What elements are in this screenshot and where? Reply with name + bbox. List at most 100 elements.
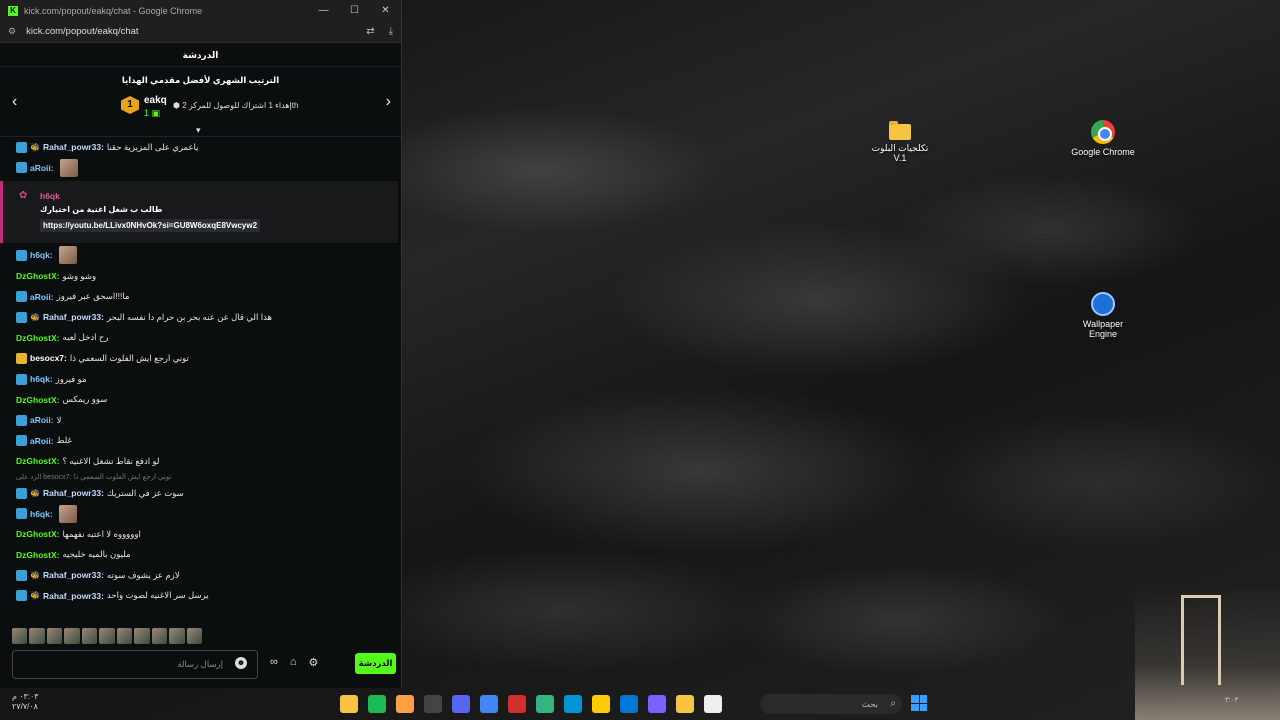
chat-message: 🐝 Rahaf_powr33: هذا الي قال عن عنه بحر بن … xyxy=(16,307,402,328)
chat-username[interactable]: DzGhostX: xyxy=(16,395,59,405)
desktop-wallpaper: تكلجيات البلوت V.1 Google Chrome Wallpap… xyxy=(0,0,1280,720)
chat-text: اوووووه لا اعتبه نفهمها xyxy=(62,528,141,539)
chrome-popup-window: K kick.com/popout/eakq/chat - Google Chr… xyxy=(0,0,402,688)
chat-message: DzGhostX: رح ادخل لعبه xyxy=(16,328,402,349)
minimize-button[interactable]: — xyxy=(308,5,339,16)
taskbar-app-icon[interactable] xyxy=(648,695,666,713)
chat-text: مليون بالميه خليجيه xyxy=(62,549,131,560)
chat-message: 🐝 Rahaf_powr33: لازم عز يشوف سوته xyxy=(16,565,402,586)
leaderboard-user[interactable]: eakq xyxy=(144,95,167,106)
folder-icon xyxy=(889,121,911,140)
user-tag-icon: 🐝 xyxy=(30,570,40,580)
chat-username[interactable]: Rahaf_powr33: xyxy=(43,312,104,322)
download-icon[interactable]: ⤓ xyxy=(389,26,393,37)
subscriber-badge-icon xyxy=(16,311,27,323)
taskbar-app-icon[interactable] xyxy=(424,695,442,713)
leaderboard-goal: ⬢ إهداء 1 اشتراك للوصول للمركز 2th xyxy=(173,101,299,110)
chevron-left-icon[interactable]: ‹ xyxy=(12,93,17,111)
chat-send-button[interactable]: الدردشة xyxy=(355,653,396,674)
chat-username[interactable]: aRoii: xyxy=(30,292,54,302)
taskbar-app-icon[interactable] xyxy=(368,695,386,713)
chat-text: وشو وشو xyxy=(62,270,97,281)
user-tag-icon: 🐝 xyxy=(30,142,40,152)
chat-message: 🐝 Rahaf_powr33: ياعمري على المزيزية حقنا xyxy=(16,137,402,158)
pinned-user[interactable]: h6qk xyxy=(40,191,60,201)
desktop-icon-folder[interactable]: تكلجيات البلوت V.1 xyxy=(865,120,935,163)
site-info-icon[interactable]: ⚙ xyxy=(8,26,16,37)
maximize-button[interactable]: ☐ xyxy=(339,5,370,16)
gift-count-value: 1 xyxy=(144,108,150,118)
chat-username[interactable]: aRoii: xyxy=(30,436,54,446)
taskbar-app-icon[interactable] xyxy=(564,695,582,713)
taskbar-app-icon[interactable] xyxy=(592,695,610,713)
chat-username[interactable]: h6qk: xyxy=(30,250,53,260)
taskbar-clock[interactable]: ٠٣:٠٣ م ٢٧/٧/٠٨ xyxy=(12,692,39,712)
gifter-leaderboard: الترتيب الشهري لأفضل مقدمي الهدايا ‹ › 1… xyxy=(0,67,401,137)
chat-tools: ∞ ⌂ ⚙ xyxy=(270,656,318,669)
chat-message: h6qk: xyxy=(16,245,402,266)
chat-message: DzGhostX: وشو وشو xyxy=(16,266,402,287)
subscriber-badge-icon xyxy=(16,487,27,499)
chat-username[interactable]: DzGhostX: xyxy=(16,333,59,343)
chat-username[interactable]: Rahaf_powr33: xyxy=(43,591,104,601)
chat-message: 🐝 Rahaf_powr33: سوت عز في الستريك xyxy=(16,483,402,504)
taskbar-apps xyxy=(340,692,722,716)
desktop-icon-wallpaper-engine[interactable]: Wallpaper Engine xyxy=(1068,292,1138,339)
pinned-text: طالب ب شغل اغنية من اختيارك xyxy=(40,205,163,215)
chat-username[interactable]: h6qk: xyxy=(30,509,53,519)
taskbar-app-icon[interactable] xyxy=(676,695,694,713)
chat-username[interactable]: DzGhostX: xyxy=(16,550,59,560)
subscriber-badge-icon xyxy=(16,291,27,303)
gift-shop-icon[interactable]: ⌂ xyxy=(290,656,297,669)
desktop-icon-chrome[interactable]: Google Chrome xyxy=(1068,120,1138,157)
window-titlebar: K kick.com/popout/eakq/chat - Google Chr… xyxy=(0,0,401,21)
chat-text: يرسل سر الاغنيه لصوت واحد xyxy=(106,590,209,601)
taskbar-search[interactable]: بحث ⌕ xyxy=(760,694,902,714)
reply-hint: الرد على besocx7: توني ارجع ايش الفلوت ا… xyxy=(16,474,172,482)
chat-username[interactable]: DzGhostX: xyxy=(16,456,59,466)
chat-messages: 🐝 Rahaf_powr33: ياعمري على المزيزية حقنا aR… xyxy=(0,137,402,625)
taskbar-app-icon[interactable] xyxy=(396,695,414,713)
taskbar-app-icon[interactable] xyxy=(480,695,498,713)
taskbar-app-icon[interactable] xyxy=(536,695,554,713)
chat-input[interactable]: إرسال رسالة ☻ xyxy=(12,650,258,679)
chat-username[interactable]: aRoii: xyxy=(30,163,54,173)
translate-icon[interactable]: ⇄ xyxy=(366,26,374,37)
chat-text: سوو ريمكس xyxy=(62,394,108,405)
chat-text: رح ادخل لعبه xyxy=(62,332,109,343)
subscriber-badge-icon xyxy=(16,249,27,261)
chat-username[interactable]: Rahaf_powr33: xyxy=(43,570,104,580)
chat-username[interactable]: Rahaf_powr33: xyxy=(43,488,104,498)
taskbar-app-icon[interactable] xyxy=(620,695,638,713)
chat-username[interactable]: Rahaf_powr33: xyxy=(43,142,104,152)
chat-username[interactable]: DzGhostX: xyxy=(16,271,59,281)
subscriber-badge-icon xyxy=(16,590,27,602)
emote-image xyxy=(58,246,77,265)
taskbar-app-icon[interactable] xyxy=(508,695,526,713)
pinned-link[interactable]: https://youtu.be/LLivx0NHvOk?si=GU8W6oxq… xyxy=(40,219,261,233)
infinity-icon[interactable]: ∞ xyxy=(270,656,278,669)
chat-message: aRoii: لا xyxy=(16,410,402,431)
gift-count: 1 ▣ xyxy=(144,108,160,119)
subscriber-badge-icon xyxy=(16,508,27,520)
close-button[interactable]: ✕ xyxy=(370,5,401,16)
address-bar[interactable]: ⚙ kick.com/popout/eakq/chat ⇄ ⤓ xyxy=(0,21,401,43)
chat-text: ما!!!اسحق عبر فيروز xyxy=(56,291,130,302)
url-text[interactable]: kick.com/popout/eakq/chat xyxy=(26,26,138,37)
chat-username[interactable]: besocx7: xyxy=(30,353,67,363)
chat-message: aRoii: غلط xyxy=(16,431,402,452)
chat-message: DzGhostX: اوووووه لا اعتبه نفهمها xyxy=(16,524,402,545)
chat-username[interactable]: aRoii: xyxy=(30,415,54,425)
chat-message: DzGhostX: سوو ريمكس xyxy=(16,389,402,410)
chat-username[interactable]: DzGhostX: xyxy=(16,529,59,539)
collapse-icon[interactable]: ▾ xyxy=(196,125,201,136)
windows-start-icon[interactable] xyxy=(911,695,927,711)
taskbar-app-icon[interactable] xyxy=(340,695,358,713)
chat-username[interactable]: h6qk: xyxy=(30,374,53,384)
chevron-right-icon[interactable]: › xyxy=(386,93,391,111)
chat-header: الدردشة xyxy=(0,43,401,67)
emoji-icon[interactable]: ☻ xyxy=(235,657,247,669)
settings-icon[interactable]: ⚙ xyxy=(309,656,319,669)
taskbar-app-icon[interactable] xyxy=(452,695,470,713)
taskbar-app-icon[interactable] xyxy=(704,695,722,713)
